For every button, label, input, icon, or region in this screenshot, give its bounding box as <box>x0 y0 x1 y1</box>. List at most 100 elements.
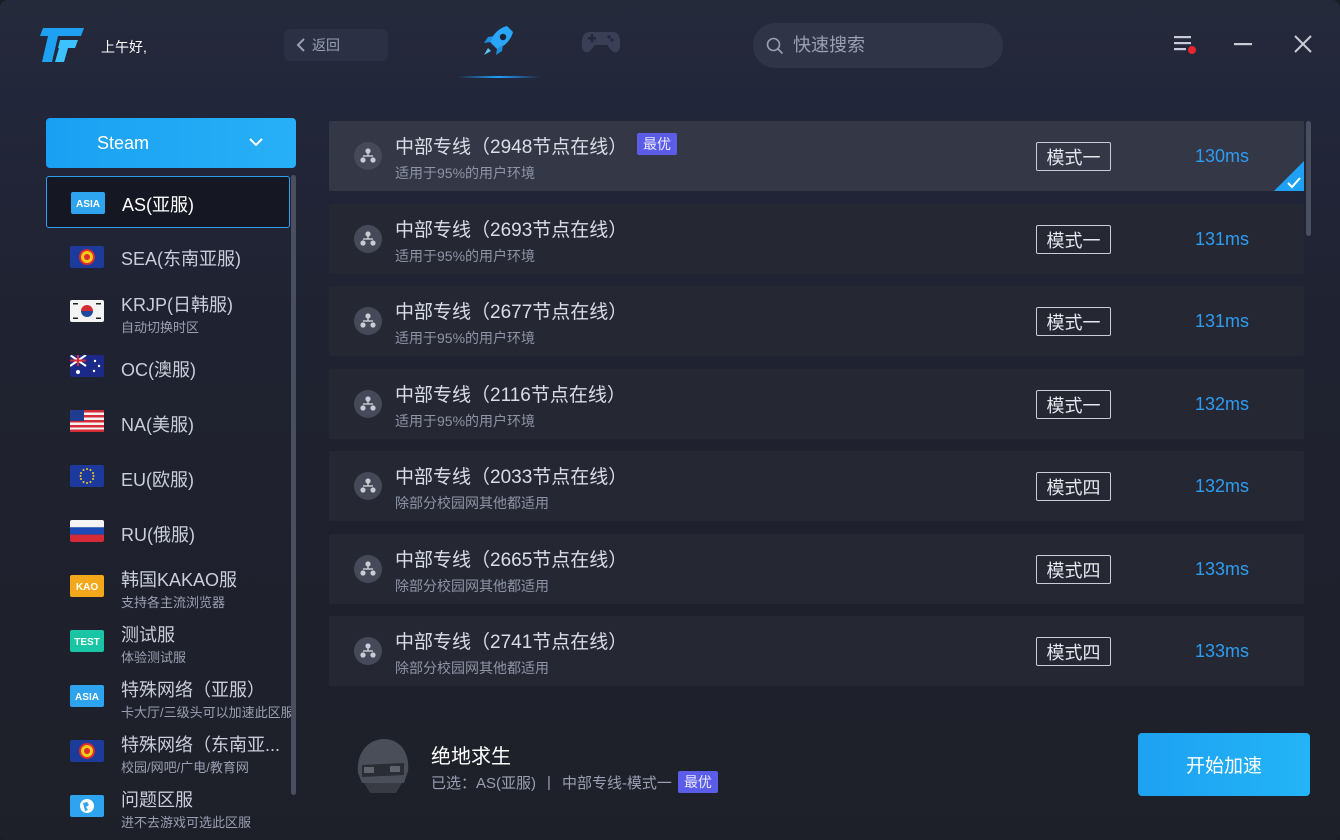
node-item[interactable]: 中部专线（2665节点在线） 除部分校园网其他都适用 模式四 133ms <box>329 534 1304 604</box>
mode-tag: 模式四 <box>1036 472 1111 501</box>
mode-tag: 模式一 <box>1036 142 1111 171</box>
server-item-special-sea[interactable]: 特殊网络（东南亚... 校园/网吧/广电/教育网 <box>46 726 290 778</box>
platform-label: Steam <box>97 132 150 153</box>
eu-flag-icon <box>70 465 104 487</box>
chevron-down-icon <box>249 138 263 147</box>
svg-text:ASIA: ASIA <box>76 199 100 210</box>
server-item-ru[interactable]: RU(俄服) <box>46 506 290 558</box>
game-title: 绝地求生 <box>431 746 511 768</box>
sidebar-scrollbar[interactable] <box>291 175 296 795</box>
server-item-problem[interactable]: 问题区服 进不去游戏可选此区服 <box>46 781 290 833</box>
minimize-icon[interactable] <box>1229 30 1257 58</box>
server-item-na[interactable]: NA(美服) <box>46 396 290 448</box>
node-item[interactable]: 中部专线（2741节点在线） 除部分校园网其他都适用 模式四 133ms <box>329 616 1304 686</box>
usa-flag-icon <box>70 410 104 432</box>
server-sub: 体验测试服 <box>121 650 187 665</box>
gamepad-icon <box>581 32 621 53</box>
node-description: 适用于95%的用户环境 <box>395 330 536 346</box>
server-item-sea[interactable]: SEA(东南亚服) <box>46 231 290 283</box>
asean-flag-icon <box>70 246 104 268</box>
server-name: EU(欧服) <box>121 470 194 490</box>
server-item-special-asia[interactable]: ASIA 特殊网络（亚服） 卡大厅/三级头可以加速此区服 <box>46 671 294 723</box>
tab-games[interactable] <box>554 20 648 78</box>
network-node-icon <box>354 637 382 665</box>
test-badge-icon: TEST <box>70 630 104 652</box>
node-title: 中部专线（2033节点在线） <box>395 467 628 488</box>
node-item[interactable]: 中部专线（2693节点在线） 适用于95%的用户环境 模式一 131ms <box>329 204 1304 274</box>
server-item-kakao[interactable]: KAO 韩国KAKAO服 支持各主流浏览器 <box>46 561 290 613</box>
server-sub: 卡大厅/三级头可以加速此区服 <box>121 705 294 720</box>
server-name: 特殊网络（亚服） <box>121 680 265 700</box>
server-name: SEA(东南亚服) <box>121 249 242 269</box>
node-title: 中部专线（2665节点在线） <box>395 550 628 571</box>
menu-icon[interactable] <box>1171 30 1199 58</box>
server-item-test[interactable]: TEST 测试服 体验测试服 <box>46 616 290 668</box>
node-list: 中部专线（2948节点在线） 最优 适用于95%的用户环境 模式一 130ms … <box>329 121 1304 693</box>
ping-value: 131ms <box>1195 311 1250 331</box>
tab-accelerate[interactable] <box>452 20 546 78</box>
app-window: 上午好, 返回 快速搜索 Steam ASIA AS(亚服) SEA(东南亚服)… <box>0 0 1340 840</box>
server-item-oc[interactable]: OC(澳服) <box>46 341 290 393</box>
close-icon[interactable] <box>1289 30 1317 58</box>
selected-region: AS(亚服) <box>476 774 537 792</box>
asia-badge-icon: ASIA <box>70 685 104 707</box>
ping-value: 132ms <box>1195 476 1250 496</box>
platform-dropdown[interactable]: Steam <box>46 118 296 168</box>
node-description: 除部分校园网其他都适用 <box>395 495 549 511</box>
svg-text:KAO: KAO <box>76 582 98 593</box>
search-input[interactable] <box>793 35 993 56</box>
server-name: 韩国KAKAO服 <box>121 570 238 590</box>
server-list: ASIA AS(亚服) SEA(东南亚服) KRJP(日韩服) 自动切换时区 O… <box>46 175 294 835</box>
server-sub: 支持各主流浏览器 <box>121 595 226 610</box>
node-title: 中部专线（2948节点在线） <box>395 137 628 158</box>
header: 上午好, 返回 <box>0 0 1340 92</box>
network-node-icon <box>354 390 382 418</box>
ping-value: 133ms <box>1195 641 1250 661</box>
node-item[interactable]: 中部专线（2033节点在线） 除部分校园网其他都适用 模式四 132ms <box>329 451 1304 521</box>
server-sub: 校园/网吧/广电/教育网 <box>121 760 249 775</box>
start-accelerate-button[interactable]: 开始加速 <box>1138 733 1310 796</box>
server-name: KRJP(日韩服) <box>121 295 233 315</box>
server-name: AS(亚服) <box>122 195 194 215</box>
server-sub: 自动切换时区 <box>121 320 200 335</box>
server-sub: 进不去游戏可选此区服 <box>121 815 252 830</box>
check-corner-icon <box>1274 161 1304 191</box>
back-button[interactable]: 返回 <box>284 29 388 61</box>
kakao-badge-icon: KAO <box>70 575 104 597</box>
node-description: 适用于95%的用户环境 <box>395 165 536 181</box>
selected-prefix: 已选： <box>431 774 477 792</box>
ping-value: 131ms <box>1195 229 1250 249</box>
network-node-icon <box>354 225 382 253</box>
mode-tag: 模式四 <box>1036 637 1111 666</box>
node-list-scrollbar[interactable] <box>1306 121 1311 236</box>
node-item[interactable]: 中部专线（2116节点在线） 适用于95%的用户环境 模式一 132ms <box>329 369 1304 439</box>
best-badge: 最优 <box>677 771 718 793</box>
node-description: 除部分校园网其他都适用 <box>395 578 549 594</box>
node-item[interactable]: 中部专线（2948节点在线） 最优 适用于95%的用户环境 模式一 130ms <box>329 121 1304 191</box>
network-node-icon <box>354 472 382 500</box>
node-description: 除部分校园网其他都适用 <box>395 660 549 676</box>
svg-text:TEST: TEST <box>74 637 100 648</box>
svg-text:ASIA: ASIA <box>75 692 99 703</box>
back-label: 返回 <box>312 37 340 53</box>
australia-flag-icon <box>70 355 104 377</box>
mode-tag: 模式一 <box>1036 390 1111 419</box>
mode-tag: 模式四 <box>1036 555 1111 584</box>
asia-badge-icon: ASIA <box>71 192 105 214</box>
server-name: 问题区服 <box>121 790 193 810</box>
node-title: 中部专线（2741节点在线） <box>395 632 628 653</box>
greeting-text: 上午好, <box>101 39 147 55</box>
separator: | <box>547 773 551 791</box>
selected-node: 中部专线-模式一 <box>561 774 672 792</box>
server-item-as[interactable]: ASIA AS(亚服) <box>46 176 290 228</box>
search-box[interactable] <box>753 23 1003 68</box>
mode-tag: 模式一 <box>1036 307 1111 336</box>
node-item[interactable]: 中部专线（2677节点在线） 适用于95%的用户环境 模式一 131ms <box>329 286 1304 356</box>
russia-flag-icon <box>70 520 104 542</box>
ping-value: 132ms <box>1195 394 1250 414</box>
best-badge: 最优 <box>637 133 677 155</box>
server-item-eu[interactable]: EU(欧服) <box>46 451 290 503</box>
server-item-krjp[interactable]: KRJP(日韩服) 自动切换时区 <box>46 286 290 338</box>
network-node-icon <box>354 142 382 170</box>
ping-value: 130ms <box>1195 146 1250 166</box>
